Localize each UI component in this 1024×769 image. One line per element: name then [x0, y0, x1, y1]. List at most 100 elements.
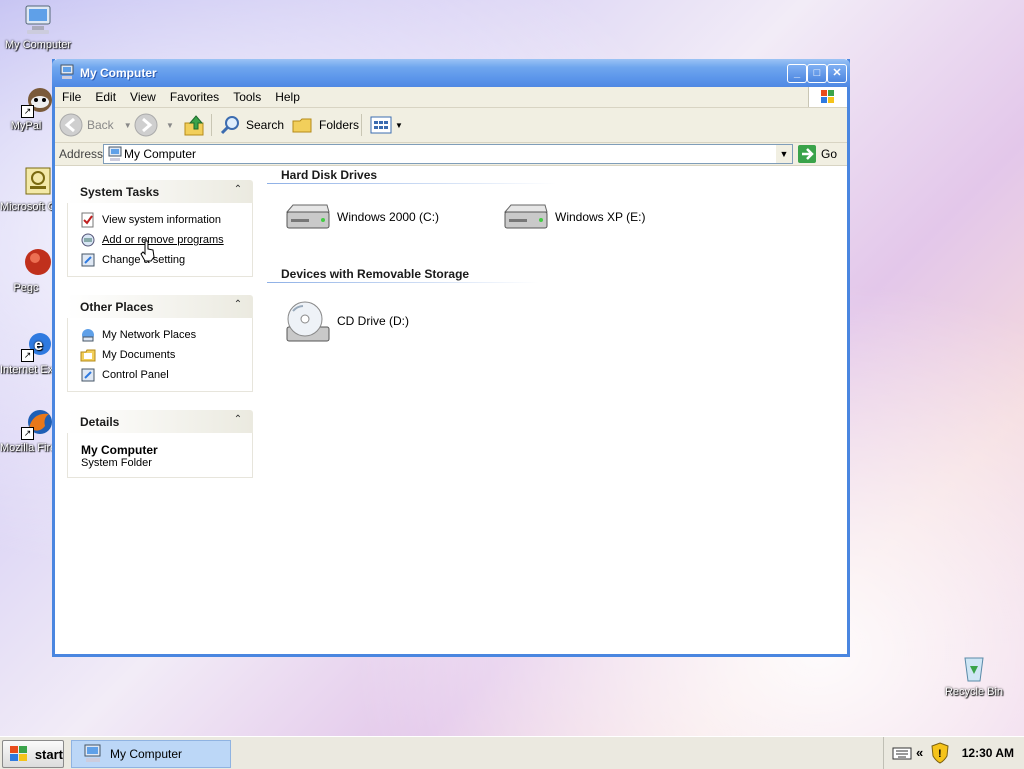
dropdown-arrow-icon[interactable]: ▼ — [124, 121, 132, 130]
computer-icon — [108, 146, 122, 161]
system-tray: « ! 12:30 AM — [883, 737, 1024, 769]
minimize-button[interactable]: _ — [787, 64, 807, 83]
hard-drive-icon — [285, 204, 330, 229]
group-divider — [267, 183, 557, 184]
computer-icon — [21, 3, 55, 37]
windows-logo-icon — [808, 87, 847, 107]
place-my-documents[interactable]: My Documents — [68, 345, 252, 365]
address-input[interactable]: My Computer ▼ — [103, 144, 793, 164]
search-button[interactable]: Search — [218, 113, 284, 137]
back-button[interactable]: Back ▼ — [59, 113, 132, 137]
menu-help[interactable]: Help — [268, 87, 307, 106]
collapse-chevron-icon[interactable]: ⌃ — [231, 413, 245, 427]
desktop-icon-label: Microsoft Outlook — [0, 201, 52, 213]
cd-drive-icon — [286, 301, 330, 342]
window-title: My Computer — [80, 66, 157, 80]
go-button[interactable]: Go — [797, 144, 837, 164]
start-button[interactable]: start — [2, 740, 64, 768]
dropdown-arrow-icon[interactable]: ▼ — [166, 121, 174, 130]
details-name: My Computer — [81, 443, 158, 457]
shortcut-arrow-icon: ↗ — [21, 427, 34, 440]
drive-item-c[interactable]: Windows 2000 (C:) — [283, 202, 439, 232]
group-divider — [267, 282, 539, 283]
desktop-icon-label: Pegc — [13, 282, 39, 294]
desktop-icon-label: MyPal — [10, 120, 42, 132]
clock[interactable]: 12:30 AM — [962, 746, 1014, 760]
address-dropdown-button[interactable]: ▼ — [776, 145, 792, 163]
dropdown-arrow-icon[interactable]: ▼ — [395, 121, 403, 130]
task-change-setting[interactable]: Change a setting — [68, 250, 252, 270]
forward-button[interactable]: ▼ — [134, 113, 174, 137]
menu-file[interactable]: File — [55, 87, 88, 106]
views-icon — [370, 116, 392, 134]
system-info-icon — [81, 212, 94, 228]
hand-cursor-icon — [140, 240, 155, 262]
group-title-hard-disk: Hard Disk Drives — [281, 168, 378, 182]
menu-bar: File Edit View Favorites Tools Help — [55, 87, 847, 108]
pegasus-icon — [21, 246, 55, 280]
drive-item-d[interactable]: CD Drive (D:) — [283, 297, 409, 345]
collapse-chevron-icon[interactable]: ⌃ — [231, 183, 245, 197]
title-bar[interactable]: My Computer _ □ ✕ — [52, 59, 850, 87]
folder-content: Hard Disk Drives Windows 2000 (C:) Windo… — [265, 166, 845, 654]
outlook-icon — [21, 165, 55, 199]
drive-item-e[interactable]: Windows XP (E:) — [501, 202, 645, 232]
desktop-icon-label: Mozilla Firefox — [0, 442, 52, 454]
recycle-bin-icon — [957, 650, 991, 684]
details-type: System Folder — [81, 457, 152, 469]
firefox-icon: ↗ — [21, 406, 55, 440]
group-title-removable: Devices with Removable Storage — [281, 267, 470, 281]
toolbar-separator — [211, 114, 212, 136]
panel-header[interactable]: Details ⌃ — [67, 410, 253, 433]
security-shield-icon[interactable]: ! — [930, 742, 950, 764]
task-view-system-information[interactable]: View system information — [68, 210, 252, 230]
system-tasks-panel: System Tasks ⌃ View system information A… — [67, 180, 253, 277]
address-bar: Address My Computer ▼ Go — [55, 143, 847, 166]
views-button[interactable]: ▼ — [369, 113, 403, 137]
control-panel-icon — [81, 253, 95, 267]
address-value: My Computer — [124, 147, 197, 161]
desktop-icon-label: My Computer — [4, 39, 72, 51]
search-icon — [220, 116, 239, 135]
tray-expand-chevron[interactable]: « — [916, 745, 923, 760]
menu-edit[interactable]: Edit — [88, 87, 123, 106]
windows-logo-icon — [10, 746, 27, 761]
up-folder-button[interactable] — [182, 113, 206, 137]
desktop-icon-recycle-bin[interactable]: Recycle Bin — [936, 650, 1012, 698]
shortcut-arrow-icon: ↗ — [21, 349, 34, 362]
documents-folder-icon — [80, 349, 96, 362]
taskbar-button-my-computer[interactable]: My Computer — [71, 740, 231, 768]
taskbar: start My Computer « ! 12:30 AM — [0, 736, 1024, 769]
desktop-icon-label: Internet Explorer — [0, 364, 52, 376]
collapse-chevron-icon[interactable]: ⌃ — [231, 298, 245, 312]
close-button[interactable]: ✕ — [827, 64, 847, 83]
shortcut-arrow-icon: ↗ — [21, 105, 34, 118]
panel-header[interactable]: Other Places ⌃ — [67, 295, 253, 318]
place-control-panel[interactable]: Control Panel — [68, 365, 252, 385]
panel-header[interactable]: System Tasks ⌃ — [67, 180, 253, 203]
address-label: Address — [59, 147, 104, 161]
folder-icon — [292, 118, 312, 133]
toolbar-separator — [361, 114, 362, 136]
control-panel-icon — [81, 368, 95, 382]
maximize-button[interactable]: □ — [807, 64, 827, 83]
menu-view[interactable]: View — [123, 87, 163, 106]
network-icon — [82, 329, 94, 342]
go-arrow-icon — [798, 145, 816, 163]
hard-drive-icon — [503, 204, 548, 229]
menu-tools[interactable]: Tools — [226, 87, 268, 106]
desktop-icon-my-computer[interactable]: My Computer — [0, 3, 76, 51]
panel-title: System Tasks — [80, 185, 160, 199]
explorer-window: My Computer _ □ ✕ File Edit View Favorites T… — [52, 59, 850, 657]
computer-icon — [84, 744, 101, 762]
panel-title: Other Places — [80, 300, 154, 314]
back-arrow-icon — [59, 113, 83, 137]
menu-favorites[interactable]: Favorites — [163, 87, 226, 106]
computer-icon — [59, 64, 75, 80]
folders-button[interactable]: Folders — [291, 113, 359, 137]
keyboard-icon[interactable] — [892, 745, 912, 761]
svg-text:!: ! — [938, 748, 942, 760]
place-my-network-places[interactable]: My Network Places — [68, 325, 252, 345]
task-add-remove-programs[interactable]: Add or remove programs — [68, 230, 252, 250]
up-folder-icon — [184, 115, 204, 136]
